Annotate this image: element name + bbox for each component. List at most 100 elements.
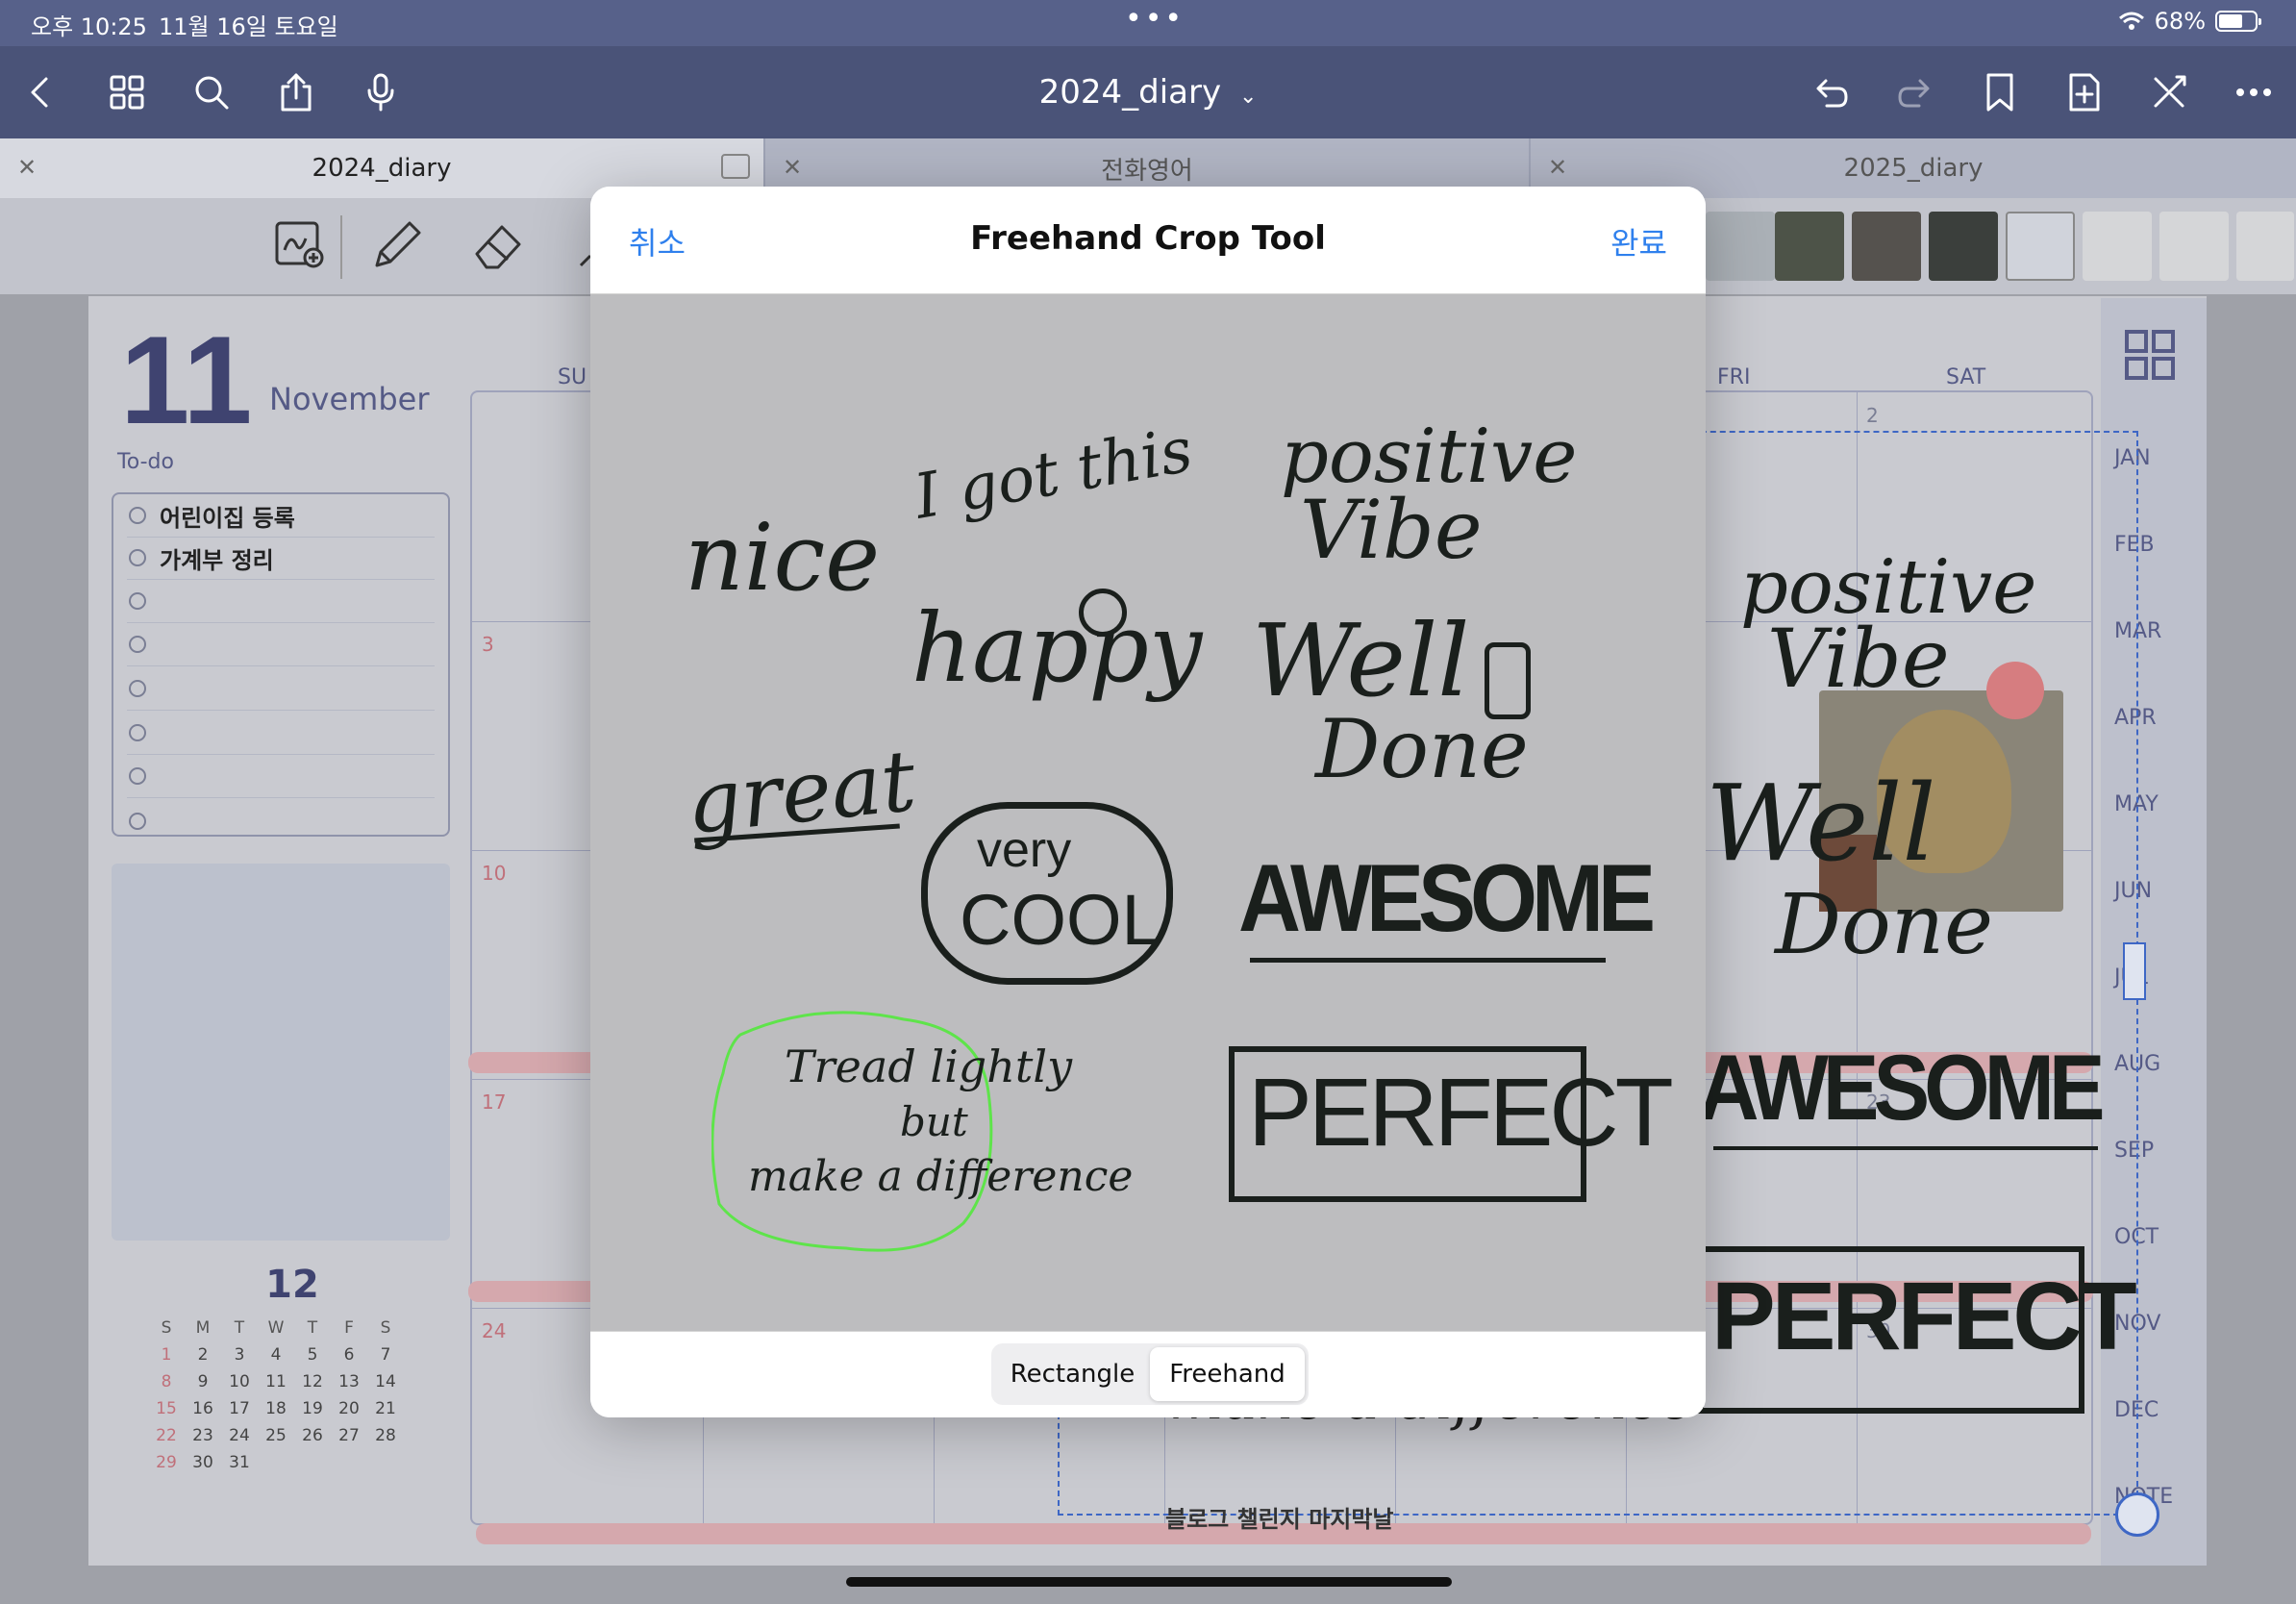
page-thumbnail[interactable] — [2236, 212, 2294, 281]
mini-cal-day[interactable]: 16 — [185, 1399, 221, 1418]
todo-item[interactable] — [127, 755, 435, 798]
redo-icon[interactable] — [1888, 65, 1942, 119]
mini-cal-day[interactable]: 14 — [367, 1372, 404, 1391]
mini-cal-day[interactable]: 3 — [221, 1345, 258, 1365]
document-title[interactable]: 2024_diary ⌄ — [0, 73, 2296, 112]
mini-cal-day[interactable]: 6 — [331, 1345, 367, 1365]
more-icon[interactable] — [2227, 65, 2281, 119]
sticker-cool: COOL — [960, 880, 1161, 960]
eraser-tool-icon[interactable] — [469, 215, 533, 279]
todo-item[interactable] — [127, 580, 435, 623]
page-thumbnail[interactable] — [2083, 212, 2152, 281]
checkbox-icon[interactable] — [129, 812, 146, 830]
mini-cal-day[interactable]: 7 — [367, 1345, 404, 1365]
mini-cal-day[interactable]: 11 — [258, 1372, 294, 1391]
mini-cal-day[interactable]: 26 — [294, 1426, 331, 1445]
crop-canvas[interactable]: nice I got this positive Vibe happy Well… — [590, 294, 1706, 1331]
cal-date[interactable]: 17 — [482, 1090, 506, 1114]
photo-thumbnail[interactable] — [1929, 212, 1998, 281]
mini-cal-day[interactable]: 10 — [221, 1372, 258, 1391]
mini-cal-day[interactable]: 19 — [294, 1399, 331, 1418]
checkbox-icon[interactable] — [129, 767, 146, 785]
mini-cal-day[interactable]: 17 — [221, 1399, 258, 1418]
dialog-footer: Rectangle Freehand — [590, 1331, 1706, 1417]
checkbox-icon[interactable] — [129, 680, 146, 697]
rotate-handle-icon[interactable] — [2115, 1492, 2159, 1537]
todo-item[interactable]: 가계부 정리 — [127, 537, 435, 580]
mini-cal-day[interactable]: 30 — [185, 1453, 221, 1472]
status-date: 11월 16일 토요일 — [159, 13, 338, 40]
document-title-text: 2024_diary — [1038, 73, 1222, 112]
page-thumbnail[interactable] — [2006, 212, 2075, 281]
close-tab-icon[interactable]: ✕ — [783, 154, 802, 181]
checkbox-icon[interactable] — [129, 636, 146, 653]
mini-cal-day[interactable]: 4 — [258, 1345, 294, 1365]
page-thumbnail[interactable] — [2159, 212, 2229, 281]
mini-cal-day[interactable]: 24 — [221, 1426, 258, 1445]
mini-cal-day[interactable]: 27 — [331, 1426, 367, 1445]
weekday-fri: FRI — [1717, 365, 1751, 389]
lasso-image-tool-icon[interactable] — [271, 215, 335, 279]
cal-date[interactable]: 24 — [482, 1319, 506, 1342]
weekday-sat: SAT — [1946, 365, 1986, 389]
close-tab-icon[interactable]: ✕ — [17, 154, 37, 181]
mini-cal-day[interactable]: 9 — [185, 1372, 221, 1391]
mini-cal-day[interactable]: 8 — [148, 1372, 185, 1391]
notes-area[interactable] — [112, 864, 450, 1241]
mini-cal-day[interactable]: 20 — [331, 1399, 367, 1418]
battery-icon — [2215, 11, 2261, 32]
rectangle-mode-button[interactable]: Rectangle — [995, 1347, 1150, 1401]
cal-date[interactable]: 10 — [482, 862, 506, 885]
todo-item[interactable]: 어린이집 등록 — [127, 494, 435, 538]
close-tab-icon[interactable]: ✕ — [1548, 154, 1567, 181]
mini-cal-day[interactable]: 22 — [148, 1426, 185, 1445]
mini-cal-day[interactable]: 12 — [294, 1372, 331, 1391]
sticker-vibe: Vibe — [1300, 483, 1483, 577]
sticker-very: very — [977, 822, 1072, 878]
mini-cal-day[interactable]: 13 — [331, 1372, 367, 1391]
mini-cal-day[interactable]: 29 — [148, 1453, 185, 1472]
checkbox-icon[interactable] — [129, 724, 146, 741]
mini-cal-day[interactable]: 25 — [258, 1426, 294, 1445]
mini-cal-day[interactable]: 15 — [148, 1399, 185, 1418]
done-button[interactable]: 완료 — [1610, 219, 1667, 263]
resize-handle[interactable] — [2123, 942, 2146, 1000]
todo-item[interactable] — [127, 667, 435, 711]
mini-cal-day[interactable]: 1 — [148, 1345, 185, 1365]
todo-list: 어린이집 등록 가계부 정리 — [112, 492, 450, 837]
add-page-icon[interactable] — [2058, 65, 2111, 119]
grid-view-icon[interactable] — [2124, 329, 2176, 381]
freehand-mode-button[interactable]: Freehand — [1150, 1347, 1305, 1401]
mini-cal-day[interactable]: 18 — [258, 1399, 294, 1418]
mini-cal-header: T — [307, 1318, 318, 1338]
mini-cal-day[interactable]: 31 — [221, 1453, 258, 1472]
todo-item[interactable] — [127, 712, 435, 755]
cancel-button[interactable]: 취소 — [629, 219, 686, 263]
todo-item[interactable] — [127, 623, 435, 666]
mini-cal-day[interactable]: 21 — [367, 1399, 404, 1418]
pen-tool-icon[interactable] — [367, 215, 431, 279]
bookmark-icon[interactable] — [1973, 65, 2027, 119]
sticker-thumbnail[interactable] — [1706, 212, 1775, 281]
undo-icon[interactable] — [1804, 65, 1858, 119]
blog-label: 블로그 챌린지 마지막날 — [1165, 1506, 1394, 1533]
todo-item[interactable] — [127, 799, 435, 842]
close-tools-icon[interactable] — [2142, 65, 2196, 119]
app-toolbar: 2024_diary ⌄ — [0, 46, 2296, 138]
photo-thumbnail[interactable] — [1775, 212, 1844, 281]
mini-cal-day[interactable]: 2 — [185, 1345, 221, 1365]
multitasking-dots-icon[interactable]: ••• — [1125, 2, 1185, 36]
photo-thumbnail[interactable] — [1852, 212, 1921, 281]
sticker-difference: make a difference — [748, 1152, 1134, 1201]
checkbox-icon[interactable] — [129, 549, 146, 566]
mini-cal-header: F — [344, 1318, 354, 1338]
mini-cal-day[interactable]: 23 — [185, 1426, 221, 1445]
checkbox-icon[interactable] — [129, 507, 146, 524]
mini-cal-day[interactable]: 5 — [294, 1345, 331, 1365]
freehand-crop-dialog: 취소 Freehand Crop Tool 완료 nice I got this… — [590, 187, 1706, 1417]
cal-date[interactable]: 3 — [482, 633, 494, 656]
weekday-sun: SU — [558, 365, 587, 389]
mini-cal-day[interactable]: 28 — [367, 1426, 404, 1445]
split-view-icon[interactable] — [721, 154, 750, 179]
checkbox-icon[interactable] — [129, 592, 146, 610]
